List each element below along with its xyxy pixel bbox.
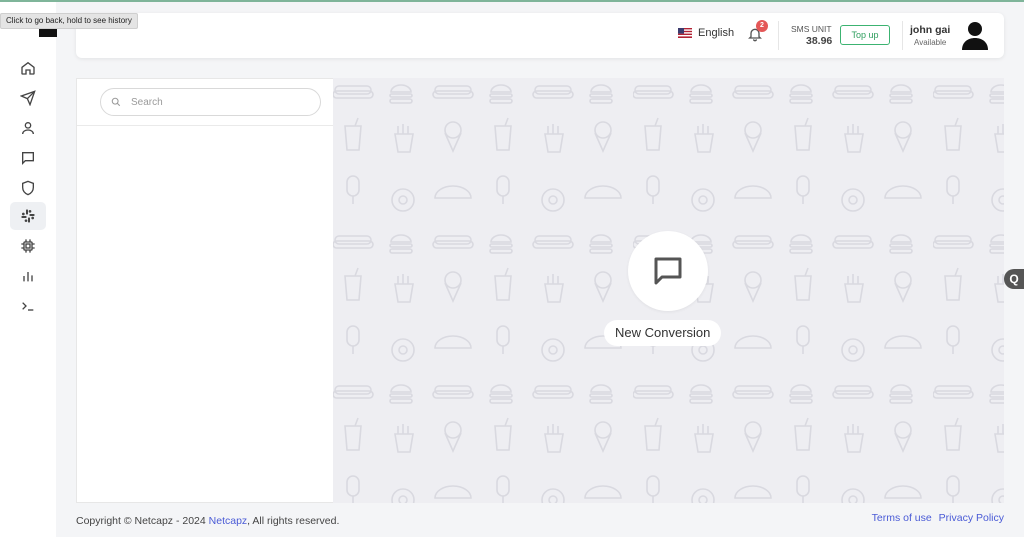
search-icon — [111, 97, 121, 107]
top-header: English 2 SMS UNIT 38.96 Top up john gai… — [76, 13, 1004, 58]
sidebar-item-security[interactable] — [10, 174, 46, 202]
footer-links: Terms of use Privacy Policy — [868, 512, 1004, 524]
sidebar-item-chip[interactable] — [10, 232, 46, 260]
logo — [39, 29, 57, 37]
message-square-icon — [654, 257, 682, 285]
topup-button[interactable]: Top up — [840, 25, 890, 45]
sidebar-item-console[interactable] — [10, 292, 46, 320]
search-box[interactable] — [100, 88, 321, 116]
q-icon[interactable]: Q — [1004, 269, 1024, 289]
chat-icon — [22, 152, 34, 165]
language-label: English — [698, 27, 735, 39]
new-conversation-label[interactable]: New Conversion — [604, 320, 722, 346]
shield-icon — [22, 180, 34, 196]
window-top-border — [0, 0, 1024, 2]
chip-icon — [21, 239, 35, 253]
user-icon — [22, 122, 34, 135]
sms-unit-label: SMS UNIT — [791, 24, 832, 34]
search-input[interactable] — [131, 96, 291, 108]
sidebar-item-contacts[interactable] — [10, 114, 46, 142]
sms-unit-value: 38.96 — [806, 35, 833, 47]
sidebar-item-messages[interactable] — [10, 144, 46, 172]
copyright-text: Copyright © Netcapz - 2024 — [76, 515, 206, 527]
netcapz-link[interactable]: Netcapz — [209, 515, 248, 527]
footer-copyright: Copyright © Netcapz - 2024 Netcapz, All … — [76, 515, 339, 527]
back-button-tooltip: Click to go back, hold to see history — [0, 13, 138, 29]
list-divider — [77, 125, 333, 126]
new-conversation-button[interactable] — [628, 231, 708, 311]
header-divider — [902, 21, 903, 50]
header-divider — [778, 21, 779, 50]
user-status: Available — [914, 38, 947, 47]
bar-chart-icon — [23, 272, 33, 282]
notification-badge: 2 — [756, 20, 768, 32]
conversation-list — [76, 78, 333, 503]
sidebar — [0, 2, 57, 537]
sidebar-item-reports[interactable] — [10, 262, 46, 290]
language-selector[interactable]: English — [678, 27, 734, 39]
user-name: john gai — [910, 24, 951, 36]
terminal-icon — [22, 302, 34, 311]
rights-text: , All rights reserved. — [247, 515, 340, 527]
home-icon — [21, 61, 35, 75]
send-icon — [20, 90, 36, 106]
avatar[interactable] — [960, 19, 990, 51]
us-flag-icon — [678, 28, 692, 38]
terms-link[interactable]: Terms of use — [872, 512, 932, 524]
chat-area: New Conversion — [333, 78, 1004, 503]
sidebar-item-integrations[interactable] — [10, 202, 46, 230]
sidebar-item-send[interactable] — [10, 84, 46, 112]
sidebar-item-home[interactable] — [10, 54, 46, 82]
privacy-link[interactable]: Privacy Policy — [939, 512, 1004, 524]
slack-icon — [21, 209, 35, 223]
